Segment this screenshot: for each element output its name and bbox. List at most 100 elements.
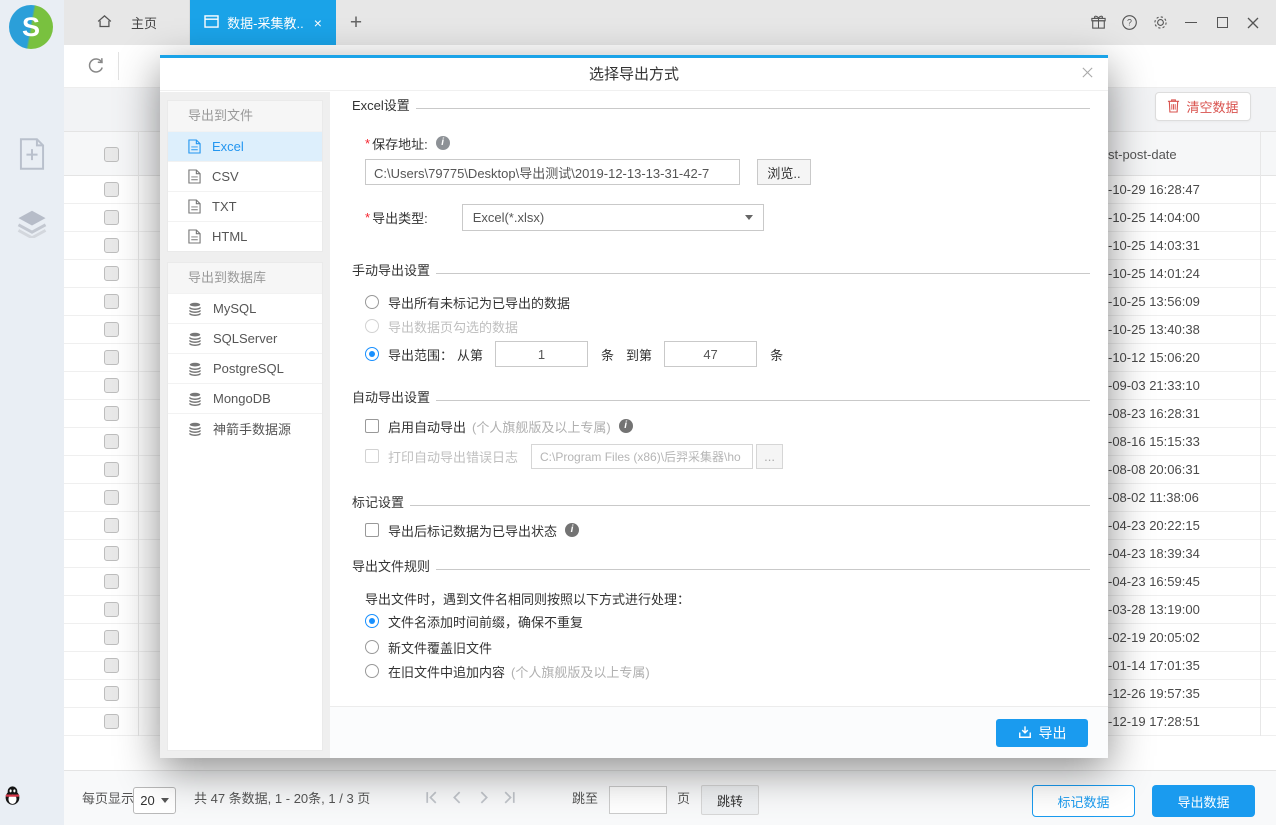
row-date-cell: -10-29 16:28:47 xyxy=(1108,182,1200,197)
gift-icon[interactable] xyxy=(1089,14,1107,32)
tab-close-icon[interactable]: × xyxy=(314,15,322,31)
row-checkbox[interactable] xyxy=(104,434,119,449)
row-checkbox[interactable] xyxy=(104,714,119,729)
export-button[interactable]: 导出 xyxy=(996,719,1088,747)
row-checkbox[interactable] xyxy=(104,294,119,309)
row-checkbox[interactable] xyxy=(104,546,119,561)
per-page-select[interactable]: 20 xyxy=(133,787,176,814)
row-checkbox[interactable] xyxy=(104,238,119,253)
clear-data-button[interactable]: 清空数据 xyxy=(1155,92,1251,121)
row-checkbox[interactable] xyxy=(104,182,119,197)
export-icon xyxy=(1018,725,1032,742)
export-db-1[interactable]: SQLServer xyxy=(168,323,322,353)
save-path-label: 保存地址: xyxy=(372,136,428,152)
row-checkbox[interactable] xyxy=(104,686,119,701)
export-data-label: 导出数据 xyxy=(1177,794,1230,810)
row-checkbox[interactable] xyxy=(104,266,119,281)
save-path-input[interactable]: C:\Users\79775\Desktop\导出测试\2019-12-13-1… xyxy=(365,159,740,185)
export-db-0[interactable]: MySQL xyxy=(168,293,322,323)
log-checkbox xyxy=(365,449,379,463)
jump-button[interactable]: 跳转 xyxy=(701,785,759,815)
info-icon[interactable] xyxy=(435,136,450,150)
tab-home[interactable]: 主页 xyxy=(64,0,190,45)
minimize-icon[interactable] xyxy=(1182,14,1200,32)
home-icon xyxy=(96,13,113,32)
export-format-txt[interactable]: TXT xyxy=(168,191,322,221)
row-checkbox[interactable] xyxy=(104,574,119,589)
row-checkbox[interactable] xyxy=(104,490,119,505)
mark-row: 导出后标记数据为已导出状态 xyxy=(365,520,1090,540)
row-checkbox[interactable] xyxy=(104,406,119,421)
svg-text:?: ? xyxy=(1127,18,1132,28)
export-db-4[interactable]: 神箭手数据源 xyxy=(168,413,322,443)
row-date-cell: -02-19 20:05:02 xyxy=(1108,630,1200,645)
prev-page-icon[interactable] xyxy=(450,790,465,808)
last-page-icon[interactable] xyxy=(502,790,517,808)
info-icon[interactable] xyxy=(565,523,580,537)
mark-checkbox[interactable] xyxy=(365,523,379,537)
database-icon xyxy=(188,392,202,406)
new-task-icon[interactable] xyxy=(18,138,46,173)
row-date-cell: -10-25 14:04:00 xyxy=(1108,210,1200,225)
info-icon[interactable] xyxy=(618,419,633,433)
save-path-row: * 保存地址: xyxy=(365,133,1090,153)
radio-range[interactable] xyxy=(365,347,379,361)
row-checkbox[interactable] xyxy=(104,322,119,337)
next-page-icon[interactable] xyxy=(476,790,491,808)
new-tab-button[interactable]: + xyxy=(336,0,376,45)
window-close-icon[interactable] xyxy=(1244,14,1262,32)
refresh-icon[interactable] xyxy=(86,56,106,79)
browse-button[interactable]: 浏览.. xyxy=(757,159,811,185)
row-date-cell: -10-25 14:01:24 xyxy=(1108,266,1200,281)
dialog-title: 选择导出方式 xyxy=(588,66,679,83)
row-checkbox[interactable] xyxy=(104,378,119,393)
export-format-html[interactable]: HTML xyxy=(168,221,322,251)
row-checkbox[interactable] xyxy=(104,630,119,645)
section-excel-settings: Excel设置 xyxy=(352,94,1090,114)
radio-unmarked[interactable] xyxy=(365,295,379,309)
export-data-button[interactable]: 导出数据 xyxy=(1152,785,1255,817)
export-db-3[interactable]: MongoDB xyxy=(168,383,322,413)
export-format-excel[interactable]: Excel xyxy=(168,131,322,161)
log-row: 打印自动导出错误日志 C:\Program Files (x86)\后羿采集器\… xyxy=(365,443,1090,469)
file-icon xyxy=(188,229,201,244)
radio-overwrite[interactable] xyxy=(365,640,379,654)
row-checkbox[interactable] xyxy=(104,462,119,477)
export-format-csv[interactable]: CSV xyxy=(168,161,322,191)
maximize-icon[interactable] xyxy=(1213,14,1231,32)
radio-time-prefix[interactable] xyxy=(365,614,379,628)
section-file-rules: 导出文件规则 xyxy=(352,555,1090,575)
toolbar-divider xyxy=(118,52,119,80)
range-to-input[interactable]: 47 xyxy=(664,341,758,367)
jump-page-input[interactable] xyxy=(609,786,667,814)
page-unit-label: 页 xyxy=(677,791,691,806)
dialog-close-icon[interactable] xyxy=(1081,66,1094,83)
section-manual-export: 手动导出设置 xyxy=(352,259,1090,279)
settings-gear-icon[interactable] xyxy=(1151,14,1169,32)
data-layers-icon[interactable] xyxy=(16,208,48,241)
row-checkbox[interactable] xyxy=(104,658,119,673)
to-label: 到第 xyxy=(626,347,653,363)
mark-data-button[interactable]: 标记数据 xyxy=(1032,785,1135,817)
range-label: 导出范围： xyxy=(388,347,454,363)
dialog-sidebar: 导出到文件 Excel CSV TXT HTML 导出到数据库 MySQL SQLSer… xyxy=(160,92,330,758)
first-page-icon[interactable] xyxy=(424,790,439,808)
row-checkbox[interactable] xyxy=(104,350,119,365)
option-append-label: 在旧文件中追加内容 xyxy=(388,664,506,680)
export-type-select[interactable]: Excel(*.xlsx) xyxy=(461,204,764,231)
help-icon[interactable]: ? xyxy=(1120,14,1138,32)
tab-data-active[interactable]: 数据-采集教.. × xyxy=(190,0,336,45)
radio-append[interactable] xyxy=(365,664,379,678)
select-all-checkbox[interactable] xyxy=(104,147,119,162)
qq-penguin-icon[interactable] xyxy=(4,786,21,808)
export-db-2[interactable]: PostgreSQL xyxy=(168,353,322,383)
range-from-input[interactable]: 1 xyxy=(495,341,589,367)
row-date-cell: -12-26 19:57:35 xyxy=(1108,686,1200,701)
row-checkbox[interactable] xyxy=(104,210,119,225)
tab-bar: 主页 数据-采集教.. × + ? xyxy=(64,0,1276,45)
section-mark-settings: 标记设置 xyxy=(352,491,1090,511)
export-type-label: 导出类型: xyxy=(372,211,428,226)
row-checkbox[interactable] xyxy=(104,602,119,617)
enable-auto-checkbox[interactable] xyxy=(365,419,379,433)
row-checkbox[interactable] xyxy=(104,518,119,533)
